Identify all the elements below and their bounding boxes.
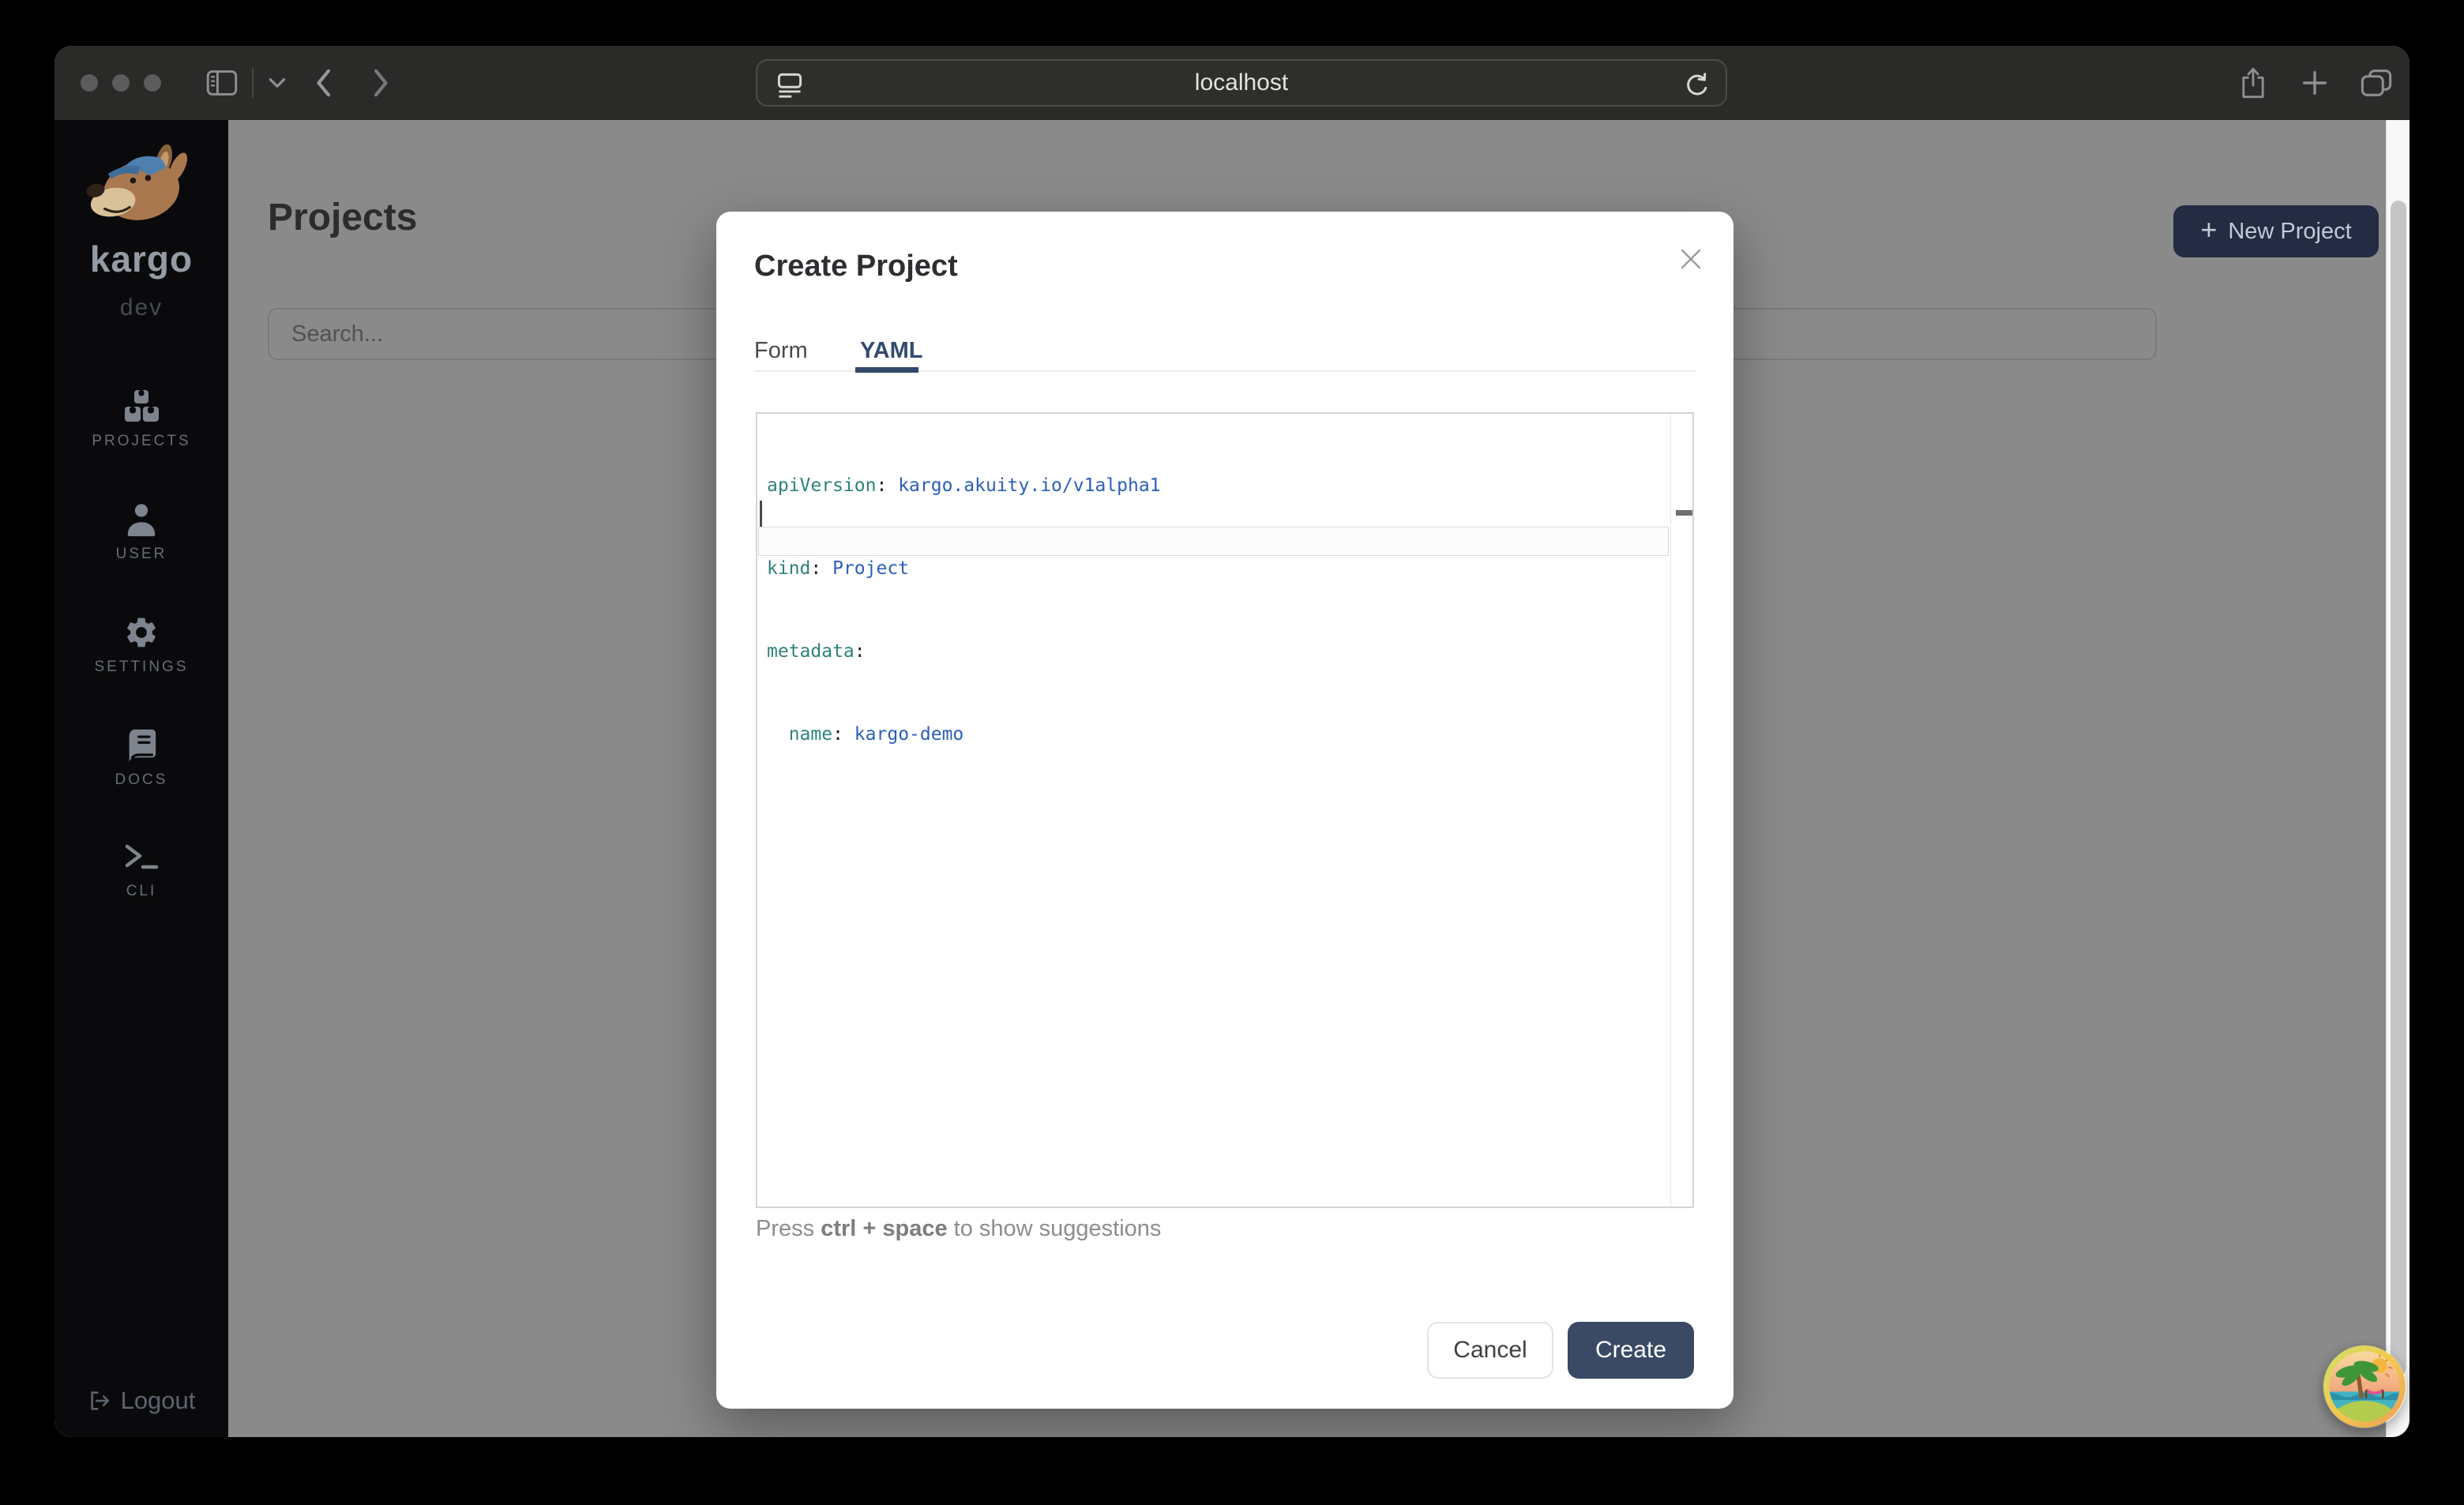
sidebar-item-label: SETTINGS (94, 659, 188, 676)
code-line: kind: Project (767, 555, 1161, 583)
close-icon (1679, 247, 1703, 271)
kargo-wordmark: kargo (54, 238, 228, 280)
reload-icon[interactable] (1685, 73, 1710, 102)
close-window-button[interactable] (81, 74, 98, 92)
sidebar-toggle-icon[interactable] (201, 46, 242, 120)
browser-window: localhost Projects + New Project (54, 46, 2410, 1437)
new-project-label: New Project (2228, 219, 2351, 245)
sidebar-item-label: DOCS (115, 771, 168, 789)
kangaroo-logo-icon (82, 141, 201, 232)
env-label: dev (54, 295, 228, 321)
scrollbar-cursor-marker (1676, 510, 1694, 516)
editor-hint: Press ctrl + space to show suggestions (756, 1216, 1161, 1242)
chevron-down-icon[interactable] (261, 46, 293, 120)
cancel-button[interactable]: Cancel (1427, 1322, 1553, 1379)
boxes-icon (122, 388, 160, 425)
key-combo: ctrl + space (821, 1216, 947, 1241)
terminal-icon (122, 840, 160, 875)
minimize-window-button[interactable] (112, 74, 130, 92)
book-icon (123, 727, 160, 764)
zoom-window-button[interactable] (144, 74, 161, 92)
text-cursor (760, 501, 762, 527)
url-text: localhost (757, 69, 1726, 96)
browser-toolbar: localhost (54, 46, 2410, 120)
yaml-editor[interactable]: apiVersion: kargo.akuity.io/v1alpha1 kin… (756, 412, 1694, 1208)
sidebar-item-settings[interactable]: SETTINGS (54, 614, 228, 703)
palm-island-icon (2323, 1345, 2406, 1428)
kargo-logo: kargo dev (54, 141, 228, 321)
toolbar-divider (252, 68, 254, 98)
page-scrollbar-track[interactable] (2386, 120, 2410, 1437)
new-project-button[interactable]: + New Project (2173, 205, 2379, 257)
tab-overview-icon[interactable] (2354, 46, 2398, 120)
sidebar-item-user[interactable]: USER (54, 501, 228, 590)
active-line-highlight (758, 527, 1669, 556)
sidebar-item-label: PROJECTS (92, 433, 190, 450)
logout-label: Logout (121, 1387, 196, 1415)
editor-ruler-line (1670, 414, 1671, 1207)
modal-close-button[interactable] (1673, 242, 1708, 276)
code-line: name: kargo-demo (767, 721, 1161, 749)
active-tab-underline (855, 367, 918, 373)
sidebar: kargo dev PROJECTS USE (54, 120, 228, 1437)
page-title: Projects (268, 196, 417, 239)
tropical-island-badge[interactable] (2323, 1345, 2406, 1428)
back-icon[interactable] (306, 46, 340, 120)
code-line: metadata: (767, 638, 1161, 666)
share-icon[interactable] (2233, 46, 2274, 120)
sidebar-item-cli[interactable]: CLI (54, 840, 228, 929)
sidebar-item-label: USER (116, 546, 167, 563)
url-bar[interactable]: localhost (756, 59, 1727, 107)
tab-form[interactable]: Form (754, 338, 808, 364)
logout-icon (88, 1389, 111, 1413)
forward-icon[interactable] (364, 46, 399, 120)
create-project-modal: Create Project Form YAML apiVersion: kar… (716, 212, 1733, 1409)
code-line: apiVersion: kargo.akuity.io/v1alpha1 (767, 472, 1161, 500)
gear-icon (123, 614, 160, 651)
sidebar-item-label: CLI (126, 883, 157, 900)
tab-yaml[interactable]: YAML (860, 338, 923, 364)
modal-title: Create Project (754, 250, 958, 283)
plus-icon: + (2200, 216, 2217, 244)
page-scrollbar-thumb[interactable] (2391, 201, 2406, 1376)
sidebar-item-projects[interactable]: PROJECTS (54, 388, 228, 477)
logout-button[interactable]: Logout (54, 1387, 228, 1415)
yaml-code: apiVersion: kargo.akuity.io/v1alpha1 kin… (767, 417, 1161, 804)
user-icon (123, 501, 160, 538)
create-button[interactable]: Create (1568, 1322, 1694, 1379)
sidebar-item-docs[interactable]: DOCS (54, 727, 228, 816)
new-tab-plus-icon[interactable] (2294, 46, 2335, 120)
